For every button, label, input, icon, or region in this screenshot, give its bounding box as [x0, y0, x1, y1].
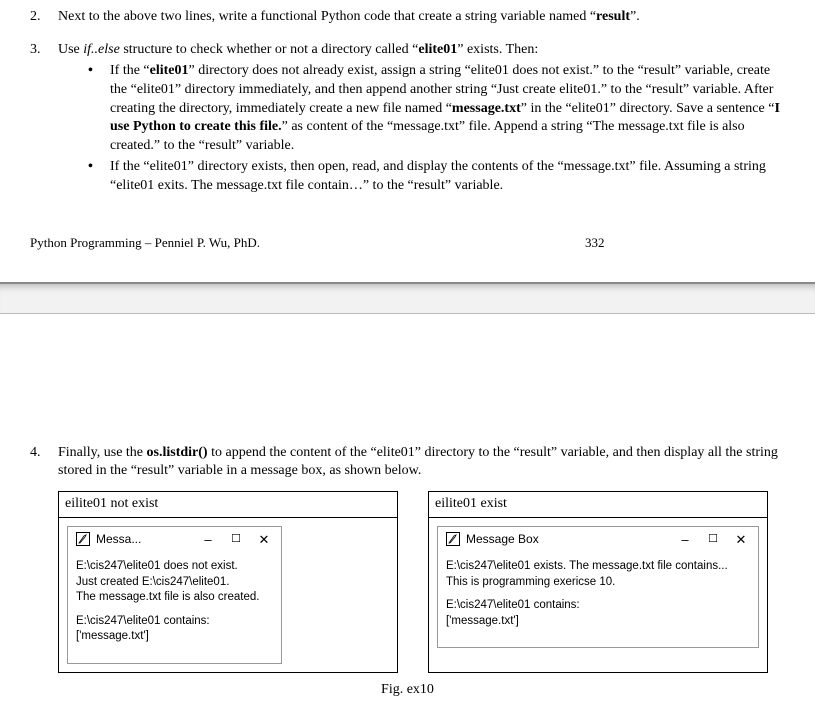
question-2-text: Next to the above two lines, write a fun…: [58, 8, 785, 27]
q4-t1: Finally, use the: [58, 445, 147, 460]
footer-author: Python Programming – Penniel P. Wu, PhD.: [30, 234, 585, 252]
left-msg-l5: ['message.txt']: [76, 629, 273, 645]
q3-bullet-1-text: If the “elite01” directory does not alre…: [110, 62, 785, 156]
question-3-body: Use if..else structure to check whether …: [58, 41, 785, 198]
right-msg-l1: E:\cis247\elite01 exists. The message.tx…: [446, 559, 750, 575]
right-message-box: Message Box – ☐ ✕ E:\cis247\elite01 exis…: [437, 526, 759, 648]
left-msgbox-titlebar: Messa... – ☐ ✕: [68, 527, 281, 553]
maximize-icon[interactable]: ☐: [227, 534, 245, 545]
figure-caption: Fig. ex10: [30, 681, 785, 700]
maximize-icon[interactable]: ☐: [704, 534, 722, 545]
q3-intro-d: elite01: [418, 42, 457, 57]
right-msg-block-1: E:\cis247\elite01 exists. The message.tx…: [446, 559, 750, 590]
right-table: eilite01 exist Message Box – ☐ ✕: [428, 491, 768, 673]
minimize-icon[interactable]: –: [676, 533, 694, 546]
q3-bullet-list: • If the “elite01” directory does not al…: [58, 62, 785, 196]
close-icon[interactable]: ✕: [255, 533, 273, 546]
right-msgbox-title: Message Box: [466, 531, 676, 547]
q3-intro-c: structure to check whether or not a dire…: [120, 42, 419, 57]
right-msg-l4: ['message.txt']: [446, 614, 750, 630]
q2-text-b: result: [596, 9, 630, 24]
right-table-header: eilite01 exist: [429, 492, 767, 518]
question-4: 4. Finally, use the os.listdir() to appe…: [30, 444, 785, 482]
left-msg-l3: The message.txt file is also created.: [76, 590, 273, 606]
left-msg-block-1: E:\cis247\elite01 does not exist. Just c…: [76, 559, 273, 606]
feather-icon: [76, 532, 90, 546]
window-controls: – ☐ ✕: [199, 533, 273, 546]
page-top-section: 2. Next to the above two lines, write a …: [0, 8, 815, 272]
footer-page-number: 332: [585, 234, 785, 252]
feather-icon: [446, 532, 460, 546]
left-msg-l2: Just created E:\cis247\elite01.: [76, 575, 273, 591]
left-msg-l4: E:\cis247\elite01 contains:: [76, 614, 273, 630]
page-bottom-section: 4. Finally, use the os.listdir() to appe…: [0, 314, 815, 720]
bullet-marker: •: [88, 158, 110, 196]
left-msgbox-body: E:\cis247\elite01 does not exist. Just c…: [68, 553, 281, 663]
b1-t2: elite01: [150, 63, 189, 78]
right-table-cell: Message Box – ☐ ✕ E:\cis247\elite01 exis…: [429, 518, 767, 656]
page-break-gap: [0, 282, 815, 314]
left-msg-l1: E:\cis247\elite01 does not exist.: [76, 559, 273, 575]
right-msgbox-titlebar: Message Box – ☐ ✕: [438, 527, 758, 553]
question-number: 3.: [30, 41, 58, 198]
left-msg-block-2: E:\cis247\elite01 contains: ['message.tx…: [76, 614, 273, 645]
q3-intro-b: if..else: [83, 42, 120, 57]
right-msg-l3: E:\cis247\elite01 contains:: [446, 598, 750, 614]
left-table-cell: Messa... – ☐ ✕ E:\cis247\elite01 does no…: [59, 518, 397, 672]
question-2: 2. Next to the above two lines, write a …: [30, 8, 785, 27]
window-controls: – ☐ ✕: [676, 533, 750, 546]
right-msgbox-body: E:\cis247\elite01 exists. The message.tx…: [438, 553, 758, 647]
bullet-marker: •: [88, 62, 110, 156]
q3-bullet-2-text: If the “elite01” directory exists, then …: [110, 158, 785, 196]
q3-intro-e: ” exists. Then:: [457, 42, 538, 57]
b1-t5: ” in the “elite01” directory. Save a sen…: [521, 101, 775, 116]
minimize-icon[interactable]: –: [199, 533, 217, 546]
left-table: eilite01 not exist Messa... – ☐ ✕: [58, 491, 398, 673]
figure-tables-row: eilite01 not exist Messa... – ☐ ✕: [58, 491, 785, 673]
question-number: 2.: [30, 8, 58, 27]
question-number: 4.: [30, 444, 58, 482]
b2-t1: If the “elite01” directory exists, then …: [110, 159, 766, 193]
q3-bullet-2: • If the “elite01” directory exists, the…: [88, 158, 785, 196]
q3-intro: Use if..else structure to check whether …: [58, 41, 785, 60]
left-message-box: Messa... – ☐ ✕ E:\cis247\elite01 does no…: [67, 526, 282, 664]
page-footer-row: Python Programming – Penniel P. Wu, PhD.…: [30, 234, 785, 252]
left-msgbox-title: Messa...: [96, 531, 199, 547]
right-msg-block-2: E:\cis247\elite01 contains: ['message.tx…: [446, 598, 750, 629]
right-msg-l2: This is programming exericse 10.: [446, 575, 750, 591]
question-4-text: Finally, use the os.listdir() to append …: [58, 444, 785, 482]
q3-intro-a: Use: [58, 42, 83, 57]
question-3: 3. Use if..else structure to check wheth…: [30, 41, 785, 198]
b1-t4: message.txt: [452, 101, 521, 116]
b1-t1: If the “: [110, 63, 150, 78]
close-icon[interactable]: ✕: [732, 533, 750, 546]
q4-t2: os.listdir(): [147, 445, 208, 460]
left-table-header: eilite01 not exist: [59, 492, 397, 518]
q2-text-c: ”.: [630, 9, 640, 24]
q2-text-a: Next to the above two lines, write a fun…: [58, 9, 596, 24]
q3-bullet-1: • If the “elite01” directory does not al…: [88, 62, 785, 156]
